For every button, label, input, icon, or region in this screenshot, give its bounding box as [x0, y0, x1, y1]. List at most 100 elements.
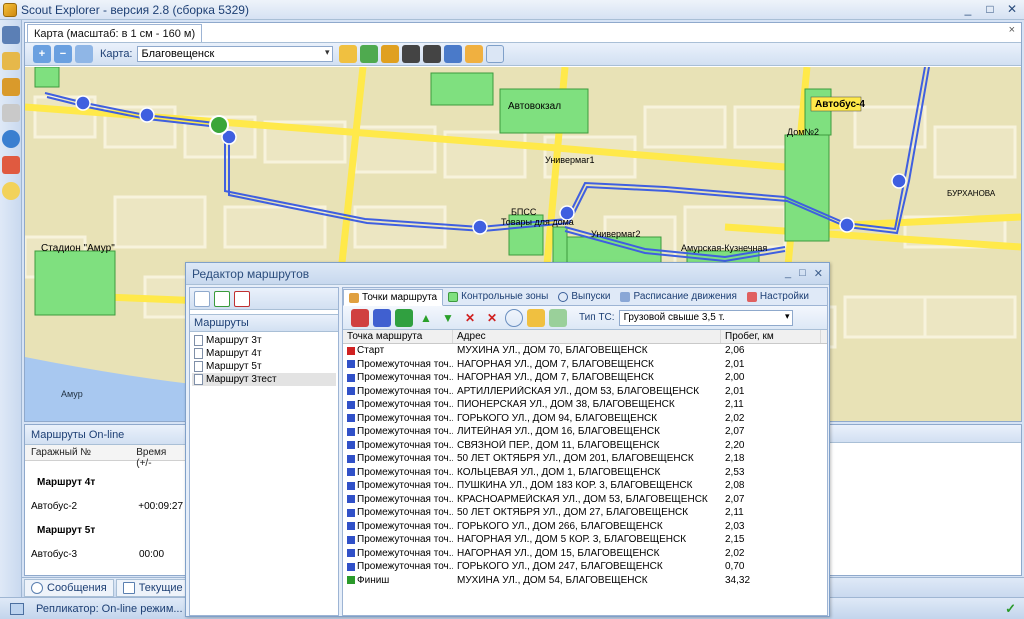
tab-schedule[interactable]: Расписание движения: [615, 288, 741, 305]
point-name: Промежуточная точ...: [357, 480, 453, 492]
bus-icon: [620, 291, 631, 302]
vehicles-icon[interactable]: [2, 26, 20, 44]
table-row[interactable]: Промежуточная точ... ГОРЬКОГО УЛ., ДОМ 94…: [343, 412, 827, 426]
online-routes-panel: Маршруты On-line Гаражный № Время (+/- М…: [24, 424, 190, 576]
tab-route-points[interactable]: Точки маршрута: [343, 289, 444, 306]
close-button[interactable]: ✕: [1004, 2, 1020, 17]
table-row[interactable]: Старт МУХИНА УЛ., ДОМ 70, БЛАГОВЕЩЕНСК 2,0…: [343, 344, 827, 358]
arrow-down-icon[interactable]: ▼: [439, 309, 457, 327]
online-item-row[interactable]: Автобус-2 +00:09:27: [25, 495, 189, 519]
cell-address: ГОРЬКОГО УЛ., ДОМ 94, БЛАГОВЕЩЕНСК: [457, 412, 658, 424]
edit-icon[interactable]: [2, 104, 20, 122]
table-row[interactable]: Финиш МУХИНА УЛ., ДОМ 54, БЛАГОВЕЩЕНСК 34,…: [343, 574, 827, 588]
table-row[interactable]: Промежуточная точ... ПИОНЕРСКАЯ УЛ., ДОМ …: [343, 398, 827, 412]
cell-km: 2,06: [725, 345, 745, 357]
map-close-icon[interactable]: ×: [1009, 24, 1015, 36]
save-icon[interactable]: [527, 308, 545, 327]
table-row[interactable]: Промежуточная точ... НАГОРНАЯ УЛ., ДОМ 15…: [343, 547, 827, 561]
table-row[interactable]: Промежуточная точ... НАГОРНАЯ УЛ., ДОМ 7,…: [343, 371, 827, 385]
notes-icon[interactable]: [2, 52, 20, 70]
tab-control-zones[interactable]: Контрольные зоны: [443, 288, 553, 305]
map-select[interactable]: Благовещенск ▾: [136, 46, 333, 62]
table-row[interactable]: Промежуточная точ... 50 ЛЕТ ОКТЯБРЯ УЛ., …: [343, 452, 827, 466]
col-address[interactable]: Адрес: [453, 330, 721, 343]
dialog-close-button[interactable]: ✕: [814, 267, 823, 280]
binoculars-icon[interactable]: [401, 45, 420, 63]
route-item[interactable]: Маршрут 3т: [192, 334, 336, 347]
table-row[interactable]: Промежуточная точ... СВЯЗНОЙ ПЕР., ДОМ 11…: [343, 439, 827, 453]
print-icon[interactable]: [443, 45, 462, 63]
col-point[interactable]: Точка маршрута: [343, 330, 453, 343]
arrow-up-icon[interactable]: ▲: [417, 309, 435, 327]
tab-releases[interactable]: Выпуски: [553, 288, 615, 305]
col-km[interactable]: Пробег, км: [721, 330, 821, 343]
map-tab[interactable]: Карта (масштаб: в 1 см - 160 м): [27, 24, 203, 42]
add-finish-icon[interactable]: [395, 308, 413, 327]
zoom-in-icon[interactable]: +: [33, 45, 51, 63]
table-row[interactable]: Промежуточная точ... АРТИЛЛЕРИЙСКАЯ УЛ., …: [343, 385, 827, 399]
right-panel-header: [829, 425, 1021, 443]
document-icon: [194, 335, 203, 346]
truck-icon[interactable]: [2, 78, 20, 96]
info-icon[interactable]: [2, 130, 20, 148]
minimize-button[interactable]: _: [960, 2, 976, 17]
table-row[interactable]: Промежуточная точ... НАГОРНАЯ УЛ., ДОМ 5 …: [343, 533, 827, 547]
message-icon: [31, 581, 43, 594]
route-item[interactable]: Маршрут 5т: [192, 360, 336, 373]
track-icon[interactable]: [464, 45, 483, 63]
table-row[interactable]: Промежуточная точ... ПУШКИНА УЛ., ДОМ 183…: [343, 479, 827, 493]
online-group-row[interactable]: Маршрут 5т: [25, 519, 189, 543]
add-point-icon[interactable]: [373, 308, 391, 327]
col-garage[interactable]: Гаражный №: [25, 445, 130, 460]
search-icon[interactable]: [505, 308, 523, 327]
online-item-row[interactable]: Автобус-3 00:00: [25, 543, 189, 567]
delete-all-icon[interactable]: ✕: [483, 309, 501, 327]
new-route-icon[interactable]: [194, 290, 210, 307]
maximize-button[interactable]: □: [982, 2, 998, 17]
calendar-icon[interactable]: [2, 156, 20, 174]
tc-select[interactable]: Грузовой свыше 3,5 т. ▾: [618, 309, 793, 326]
table-row[interactable]: Промежуточная точ... ГОРЬКОГО УЛ., ДОМ 24…: [343, 560, 827, 574]
cell-km: 2,07: [725, 493, 745, 505]
tc-label: Тип ТС:: [579, 312, 615, 323]
tab-messages[interactable]: Сообщения: [24, 578, 114, 597]
table-row[interactable]: Промежуточная точ... ГОРЬКОГО УЛ., ДОМ 26…: [343, 520, 827, 534]
binoculars-search-icon[interactable]: [422, 45, 441, 63]
online-group-row[interactable]: Маршрут 4т: [25, 471, 189, 495]
cell-point: Промежуточная точ...: [343, 399, 453, 410]
dialog-maximize-button[interactable]: □: [799, 267, 806, 280]
clock-icon[interactable]: [485, 45, 504, 63]
add-route-icon[interactable]: [214, 290, 230, 307]
delete-icon[interactable]: ✕: [461, 309, 479, 327]
table-row[interactable]: Промежуточная точ... НАГОРНАЯ УЛ., ДОМ 7,…: [343, 358, 827, 372]
dialog-minimize-button[interactable]: _: [785, 267, 791, 280]
table-row[interactable]: Промежуточная точ... КРАСНОАРМЕЙСКАЯ УЛ.,…: [343, 493, 827, 507]
flag-icon: [347, 468, 355, 477]
message-icon[interactable]: [2, 182, 20, 200]
cell-point: Промежуточная точ...: [343, 413, 453, 424]
map-label-bus4[interactable]: Автобус-4: [815, 99, 865, 110]
wrench-icon: [746, 291, 757, 302]
table-row[interactable]: Промежуточная точ... 50 ЛЕТ ОКТЯБРЯ УЛ., …: [343, 506, 827, 520]
map-label-stadium: Стадион "Амур": [41, 243, 115, 254]
dialog-title-bar[interactable]: Редактор маршрутов _ □ ✕: [186, 263, 829, 285]
zoom-fit-icon[interactable]: [75, 45, 93, 63]
lightning-icon[interactable]: [380, 45, 399, 63]
add-flag-icon[interactable]: [351, 308, 369, 327]
zones-icon[interactable]: [359, 45, 378, 63]
export-icon[interactable]: [549, 308, 567, 327]
tab-settings[interactable]: Настройки: [742, 288, 814, 305]
table-row[interactable]: Промежуточная точ... ЛИТЕЙНАЯ УЛ., ДОМ 16…: [343, 425, 827, 439]
col-time[interactable]: Время (+/-: [130, 445, 189, 469]
replicator-icon: [10, 602, 24, 615]
delete-route-icon[interactable]: [234, 290, 250, 307]
table-row[interactable]: Промежуточная точ... КОЛЬЦЕВАЯ УЛ., ДОМ 1…: [343, 466, 827, 480]
cell-address: НАГОРНАЯ УЛ., ДОМ 7, БЛАГОВЕЩЕНСК: [457, 358, 654, 370]
route-item-selected[interactable]: Маршрут 3тест: [192, 373, 336, 386]
document-icon: [194, 374, 203, 385]
route-item[interactable]: Маршрут 4т: [192, 347, 336, 360]
zoom-out-icon[interactable]: −: [54, 45, 72, 63]
layers-icon[interactable]: [338, 45, 357, 63]
route-editor-dialog: Редактор маршрутов _ □ ✕ Маршруты Маршру…: [185, 262, 830, 617]
flag-icon: [347, 387, 355, 396]
